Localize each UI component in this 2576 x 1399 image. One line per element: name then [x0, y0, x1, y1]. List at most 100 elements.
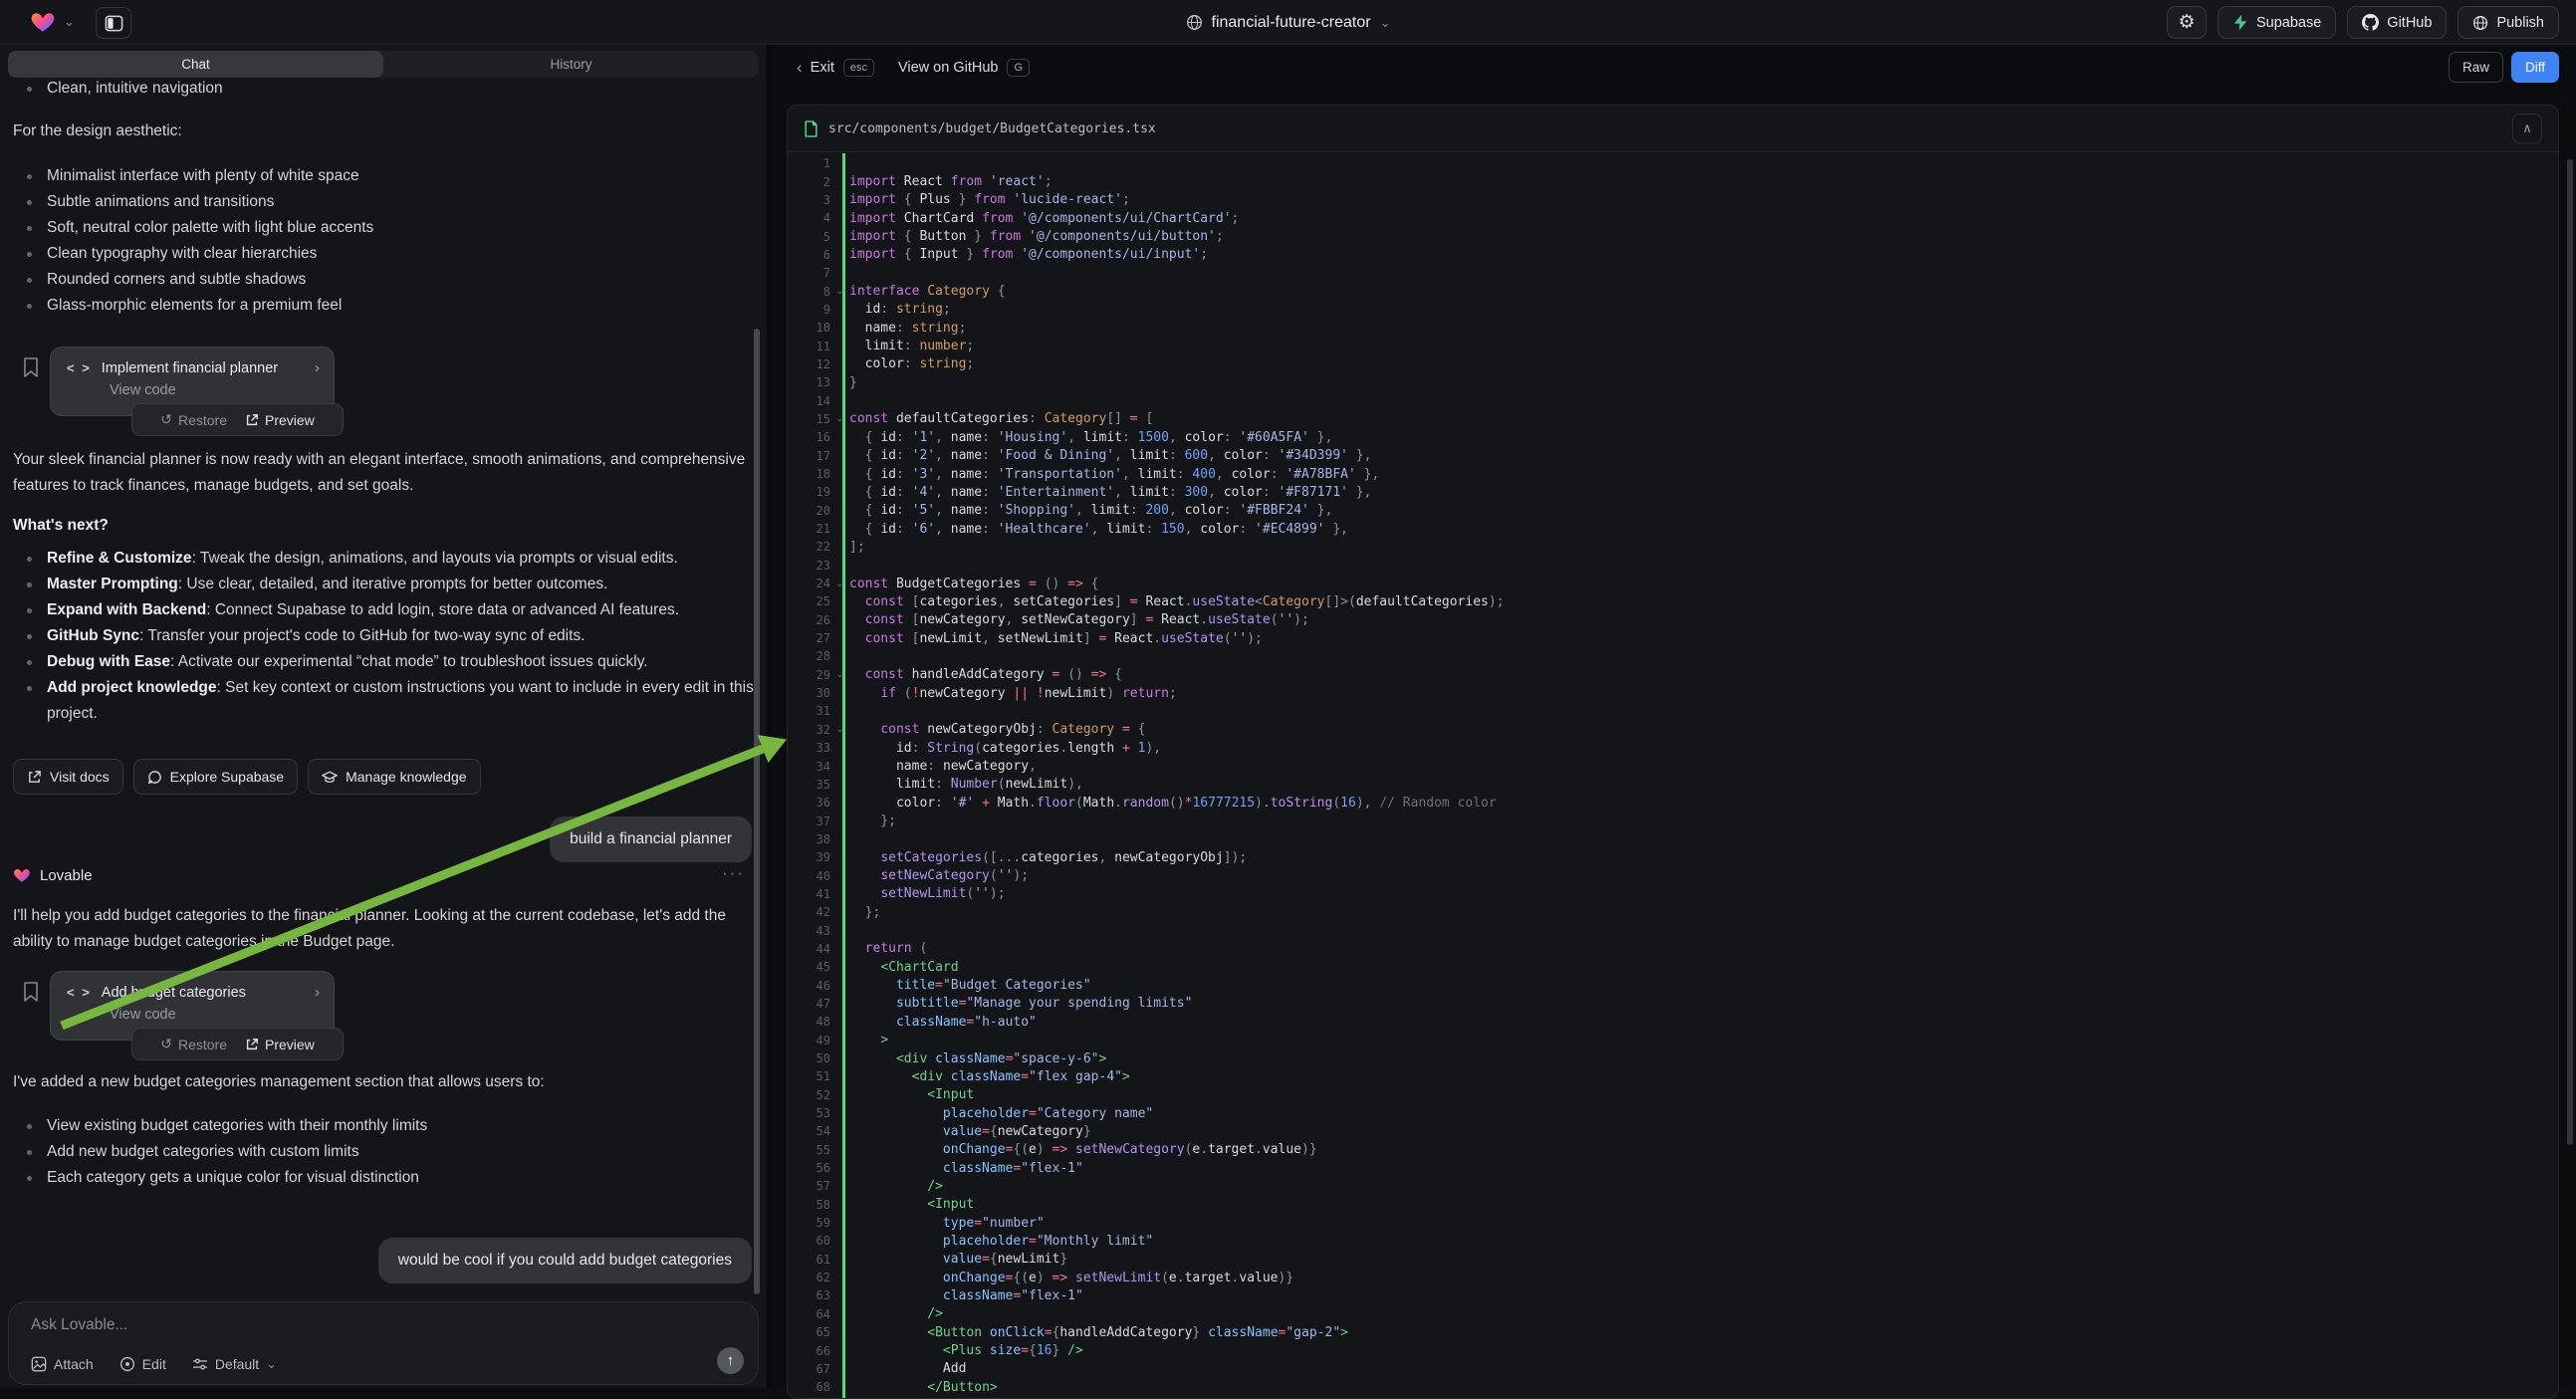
composer[interactable]: Ask Lovable... Attach Edit: [8, 1301, 759, 1385]
tab-chat[interactable]: Chat: [8, 51, 383, 78]
code-line: 11 limit: number;: [788, 337, 2558, 354]
chat-scrollbar[interactable]: [754, 329, 760, 1294]
code-line: 14: [788, 391, 2558, 409]
explore-supabase-button[interactable]: Explore Supabase: [133, 759, 298, 795]
visit-docs-button[interactable]: Visit docs: [13, 759, 123, 795]
list-item: Add project knowledge: Set key context o…: [13, 675, 758, 727]
list-item: GitHub Sync: Transfer your project's cod…: [13, 623, 758, 649]
code-line: 56 className="flex-1": [788, 1159, 2558, 1177]
code-line: 40 setNewCategory('');: [788, 866, 2558, 884]
version-card-title: Add budget categories: [102, 985, 305, 1001]
code-line: 34 name: newCategory,: [788, 757, 2558, 775]
bookmark-icon[interactable]: [22, 356, 40, 378]
view-code-link[interactable]: View code: [51, 1001, 334, 1023]
file-path: src/components/budget/BudgetCategories.t…: [828, 121, 2502, 136]
chevron-up-icon: ∧: [2522, 120, 2532, 136]
assistant-name: Lovable: [40, 867, 93, 884]
code-line: 66 <Plus size={16} />: [788, 1341, 2558, 1359]
settings-button[interactable]: ⚙: [2167, 6, 2207, 39]
top-bar: ⌄ financial-future-creator ⌄ ⚙ Supabase: [0, 0, 2576, 45]
file-header-row[interactable]: src/components/budget/BudgetCategories.t…: [788, 106, 2558, 152]
bookmark-icon[interactable]: [22, 981, 40, 1003]
code-line: 42 };: [788, 903, 2558, 921]
raw-toggle-button[interactable]: Raw: [2449, 52, 2503, 83]
added-paragraph: I've added a new budget categories manag…: [13, 1069, 760, 1095]
restore-button[interactable]: ↺ Restore: [160, 1036, 227, 1052]
assistant-header: Lovable: [13, 866, 93, 884]
composer-input[interactable]: Ask Lovable...: [31, 1316, 127, 1334]
code-line: 52 <Input: [788, 1086, 2558, 1104]
list-item: Clean typography with clear hierarchies: [13, 241, 754, 267]
code-line: 30 if (!newCategory || !newLimit) return…: [788, 684, 2558, 702]
publish-button[interactable]: Publish: [2458, 6, 2559, 39]
preview-button[interactable]: Preview: [245, 1037, 315, 1052]
code-scrollbar[interactable]: [2567, 159, 2573, 1145]
external-link-icon: [245, 413, 259, 427]
code-line: 54 value={newCategory}: [788, 1122, 2558, 1140]
graduation-cap-icon: [322, 770, 338, 785]
code-line: 13}: [788, 373, 2558, 391]
code-line: 44 return (: [788, 940, 2558, 958]
code-line: 55 onChange={(e) => setNewCategory(e.tar…: [788, 1141, 2558, 1159]
version-card-actions: ↺ Restore Preview: [131, 403, 344, 436]
code-icon: < >: [67, 360, 92, 375]
code-line: 37 };: [788, 812, 2558, 829]
list-item: Rounded corners and subtle shadows: [13, 267, 754, 293]
send-button[interactable]: ↑: [717, 1347, 744, 1374]
code-line: 24⌄const BudgetCategories = () => {: [788, 575, 2558, 592]
code-line: 15⌄const defaultCategories: Category[] =…: [788, 410, 2558, 428]
code-line: 28: [788, 647, 2558, 665]
code-line: 31: [788, 702, 2558, 720]
attach-button[interactable]: Attach: [31, 1356, 94, 1372]
image-icon: [31, 1356, 47, 1372]
list-item: Each category gets a unique color for vi…: [13, 1165, 758, 1191]
code-line: 21 { id: '6', name: 'Healthcare', limit:…: [788, 520, 2558, 538]
bullet-list-single: Clean, intuitive navigation: [13, 76, 754, 102]
code-line: 61 value={newLimit}: [788, 1251, 2558, 1269]
restore-button[interactable]: ↺ Restore: [160, 411, 227, 428]
code-line: 64 />: [788, 1305, 2558, 1323]
list-item: View existing budget categories with the…: [13, 1113, 758, 1139]
exit-button[interactable]: Exit: [811, 60, 834, 76]
list-item: Expand with Backend: Connect Supabase to…: [13, 597, 758, 623]
code-line: 26 const [newCategory, setNewCategory] =…: [788, 611, 2558, 629]
supabase-button[interactable]: Supabase: [2218, 6, 2336, 39]
collapse-file-button[interactable]: ∧: [2512, 114, 2542, 143]
chat-tabbar: Chat History: [8, 51, 759, 78]
code-viewer-header: ‹ Exit esc View on GitHub G Raw Diff: [770, 45, 2576, 91]
view-code-link[interactable]: View code: [51, 376, 334, 398]
message-menu-icon[interactable]: ···: [722, 863, 745, 883]
code-line: 6import { Input } from '@/components/ui/…: [788, 246, 2558, 264]
g-key-badge: G: [1007, 59, 1030, 77]
code-line: 47 subtitle="Manage your spending limits…: [788, 995, 2558, 1013]
code-content: 12import React from 'react';3import { Pl…: [788, 154, 2558, 1396]
quick-actions: Visit docs Explore Supabase Manage knowl…: [13, 759, 481, 795]
chevron-left-icon[interactable]: ‹: [797, 58, 803, 78]
code-line: 23: [788, 557, 2558, 575]
mode-selector[interactable]: Default ⌄: [192, 1356, 277, 1372]
ready-paragraph: Your sleek financial planner is now read…: [13, 447, 758, 499]
code-line: 57 />: [788, 1177, 2558, 1195]
code-line: 2import React from 'react';: [788, 172, 2558, 190]
code-line: 60 placeholder="Monthly limit": [788, 1232, 2558, 1250]
code-icon: < >: [67, 985, 92, 1000]
diff-toggle-button[interactable]: Diff: [2511, 52, 2559, 83]
chat-panel: Chat History Clean, intuitive navigation…: [0, 45, 767, 1388]
manage-knowledge-button[interactable]: Manage knowledge: [308, 759, 480, 795]
edit-mode-button[interactable]: Edit: [119, 1356, 166, 1372]
chevron-down-icon: ⌄: [266, 1356, 277, 1372]
view-on-github-link[interactable]: View on GitHub: [898, 60, 998, 76]
list-item: Subtle animations and transitions: [13, 189, 754, 215]
code-line: 25 const [categories, setCategories] = R…: [788, 592, 2558, 610]
code-line: 22];: [788, 538, 2558, 556]
preview-button[interactable]: Preview: [245, 412, 315, 428]
code-line: 1: [788, 154, 2558, 172]
github-button[interactable]: GitHub: [2347, 6, 2447, 39]
project-name: financial-future-creator: [1212, 14, 1371, 32]
code-line: 3import { Plus } from 'lucide-react';: [788, 191, 2558, 209]
user-message-bubble: would be cool if you could add budget ca…: [378, 1238, 752, 1283]
tab-history[interactable]: History: [383, 51, 759, 78]
gear-icon: ⚙: [2178, 11, 2195, 34]
code-line: 20 { id: '5', name: 'Shopping', limit: 2…: [788, 502, 2558, 520]
message-circle-icon: [147, 770, 162, 785]
